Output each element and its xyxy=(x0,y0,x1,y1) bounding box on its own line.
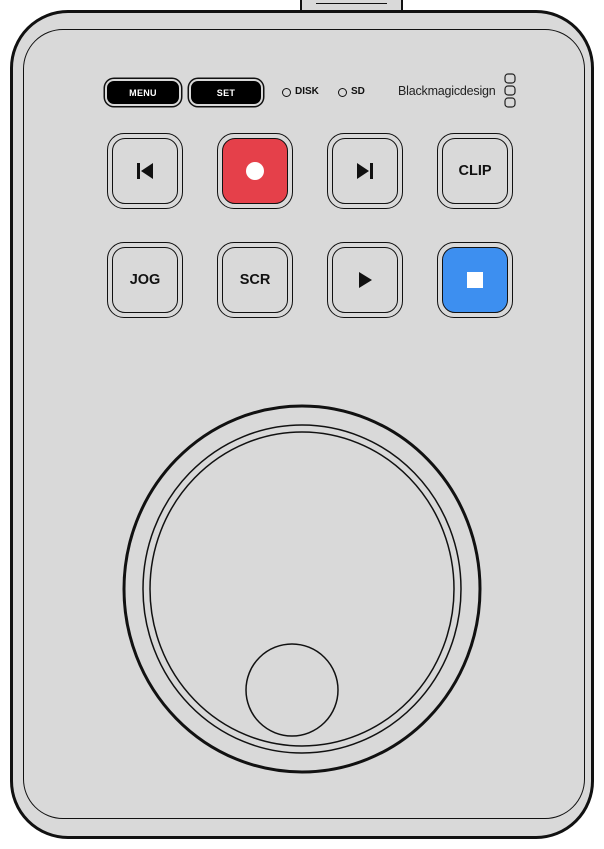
play-key-face xyxy=(332,247,398,313)
record-icon xyxy=(246,162,264,180)
skip-next-key-face xyxy=(332,138,398,204)
dial-finger-dimple-icon xyxy=(245,643,339,737)
menu-button[interactable]: MENU xyxy=(107,81,179,104)
scroll-button[interactable]: SCR xyxy=(217,242,293,318)
scroll-button-label: SCR xyxy=(239,272,271,288)
sd-indicator-label: SD xyxy=(351,86,365,97)
skip-previous-icon xyxy=(137,163,153,179)
clip-button-label: CLIP xyxy=(458,163,492,179)
skip-next-icon xyxy=(357,163,373,179)
clip-key-face: CLIP xyxy=(442,138,508,204)
search-dial[interactable] xyxy=(122,404,482,774)
play-icon xyxy=(359,272,372,288)
skip-next-button[interactable] xyxy=(327,133,403,209)
scroll-key-face: SCR xyxy=(222,247,288,313)
stop-button[interactable] xyxy=(437,242,513,318)
set-button[interactable]: SET xyxy=(191,81,261,104)
jog-key-face: JOG xyxy=(112,247,178,313)
disk-led-icon xyxy=(282,88,291,97)
skip-previous-key-face xyxy=(112,138,178,204)
clip-button[interactable]: CLIP xyxy=(437,133,513,209)
set-button-label: SET xyxy=(216,87,236,98)
device-illustration: MENU SET DISK SD Blackmagicdesign CLIP J… xyxy=(0,0,604,849)
play-button[interactable] xyxy=(327,242,403,318)
stop-key-face xyxy=(442,247,508,313)
sd-led-icon xyxy=(338,88,347,97)
jog-button-label: JOG xyxy=(129,272,161,288)
stop-icon xyxy=(467,272,483,288)
brand-wordmark: Blackmagicdesign xyxy=(398,84,496,98)
jog-button[interactable]: JOG xyxy=(107,242,183,318)
menu-button-label: MENU xyxy=(129,87,157,98)
skip-previous-button[interactable] xyxy=(107,133,183,209)
disk-indicator-label: DISK xyxy=(295,86,319,97)
record-button[interactable] xyxy=(217,133,293,209)
record-key-face xyxy=(222,138,288,204)
brand-logo-icon xyxy=(504,73,516,108)
